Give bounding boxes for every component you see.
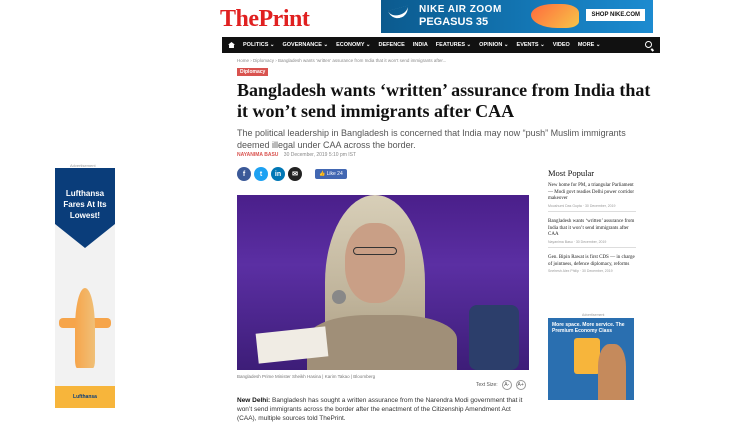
popular-item[interactable]: New home for PM, a triangular Parliament…: [548, 183, 636, 211]
popular-item-meta: Moushumi Das Gupta · 30 December, 2019: [548, 203, 616, 208]
popular-item-meta: Snehesh Alex Philip · 30 December, 2019: [548, 269, 613, 273]
nav-governance[interactable]: GOVERNANCE ⌄: [283, 42, 329, 48]
logo-the: The: [220, 6, 259, 32]
home-icon[interactable]: [228, 42, 235, 48]
nav-politics[interactable]: POLITICS ⌄: [243, 42, 275, 48]
popular-item[interactable]: Gen. Bipin Rawat is first CDS — in charg…: [548, 255, 636, 273]
hero-glasses: [353, 247, 397, 255]
nav-video[interactable]: VIDEO: [553, 42, 570, 48]
category-tag[interactable]: Diplomacy: [237, 68, 269, 76]
twitter-icon[interactable]: t: [254, 167, 268, 181]
breadcrumb[interactable]: Home › Diplomacy › Bangladesh wants ‘wri…: [237, 58, 446, 63]
divider: [548, 246, 636, 247]
divider: [548, 210, 636, 211]
site-logo[interactable]: ThePrint: [220, 6, 310, 33]
text-size-label: Text Size:: [476, 382, 498, 388]
nav-more[interactable]: MORE ⌄: [578, 42, 601, 48]
popular-item-title[interactable]: Bangladesh wants ‘written’ assurance fro…: [548, 219, 636, 239]
nav-features[interactable]: FEATURES ⌄: [436, 42, 471, 48]
right-ad-label: Advertisement: [582, 313, 605, 317]
popular-item-title[interactable]: Gen. Bipin Rawat is first CDS — in charg…: [548, 255, 636, 268]
nav-events[interactable]: EVENTS ⌄: [517, 42, 545, 48]
nav-opinion[interactable]: OPINION ⌄: [479, 42, 508, 48]
person-image: [598, 344, 626, 400]
dateline: New Delhi:: [237, 397, 271, 404]
top-banner-ad[interactable]: NIKE AIR ZOOM PEGASUS 35 SHOP NIKE.COM: [381, 0, 653, 33]
most-popular-list: New home for PM, a triangular Parliament…: [548, 183, 636, 281]
hero-chair: [469, 305, 519, 370]
main-nav: POLITICS ⌄ GOVERNANCE ⌄ ECONOMY ⌄ DEFENC…: [222, 37, 660, 53]
shop-button[interactable]: SHOP NIKE.COM: [586, 9, 645, 21]
plane-image: [75, 288, 95, 368]
text-size-decrease-button[interactable]: A-: [501, 380, 512, 390]
article-headline: Bangladesh wants ‘written’ assurance fro…: [237, 80, 651, 121]
ad-title-line2: PEGASUS 35: [419, 16, 489, 28]
popular-item-title[interactable]: New home for PM, a triangular Parliament…: [548, 183, 636, 203]
text-size-increase-button[interactable]: A+: [515, 380, 526, 390]
author-link[interactable]: Nayanima Basu: [237, 152, 278, 158]
publish-date: 30 December, 2019 5:10 pm IST: [283, 152, 357, 158]
hero-face: [345, 223, 405, 303]
facebook-icon[interactable]: f: [237, 167, 251, 181]
ad-title-line1: NIKE AIR ZOOM: [419, 4, 502, 15]
text-size-control: Text Size: A- A+: [476, 380, 526, 390]
most-popular-heading: Most Popular: [548, 168, 595, 178]
nav-india[interactable]: INDIA: [413, 42, 428, 48]
ad-brand: Lufthansa: [73, 394, 97, 400]
article-body: New Delhi: Bangladesh has sought a writt…: [237, 396, 527, 423]
right-sidebar-ad[interactable]: More space. More service. The Premium Ec…: [548, 318, 634, 400]
right-ad-text: More space. More service. The Premium Ec…: [552, 322, 625, 334]
microphone-icon: [332, 290, 346, 304]
share-bar: f t in ✉ 👍 Like 24: [237, 167, 347, 181]
logo-print: Print: [258, 6, 310, 32]
ad-brand-bar: Lufthansa: [55, 386, 115, 408]
left-skyscraper-ad[interactable]: Lufthansa Fares At Its Lowest! Lufthansa: [55, 168, 115, 408]
facebook-like-button[interactable]: 👍 Like 24: [315, 169, 347, 179]
byline: Nayanima Basu 30 December, 2019 5:10 pm …: [237, 152, 356, 158]
popular-item[interactable]: Bangladesh wants ‘written’ assurance fro…: [548, 219, 636, 247]
email-icon[interactable]: ✉: [288, 167, 302, 181]
image-caption: Bangladesh Prime Minister Sheikh Hasina …: [237, 374, 376, 379]
nav-economy[interactable]: ECONOMY ⌄: [336, 42, 370, 48]
nike-swoosh-icon: [388, 5, 410, 21]
popular-item-meta: Nayanima Basu · 30 December, 2019: [548, 239, 607, 244]
shoe-image: [531, 4, 579, 28]
hero-image: [237, 195, 529, 370]
linkedin-icon[interactable]: in: [271, 167, 285, 181]
nav-defence[interactable]: DEFENCE: [379, 42, 405, 48]
search-icon[interactable]: [645, 41, 652, 48]
body-paragraph: Bangladesh has sought a written assuranc…: [237, 397, 523, 422]
hero-body: [307, 315, 457, 370]
article-subtitle: The political leadership in Bangladesh i…: [237, 128, 626, 150]
bag-image: [574, 338, 600, 374]
ad-headline: Lufthansa Fares At Its Lowest!: [63, 189, 107, 220]
